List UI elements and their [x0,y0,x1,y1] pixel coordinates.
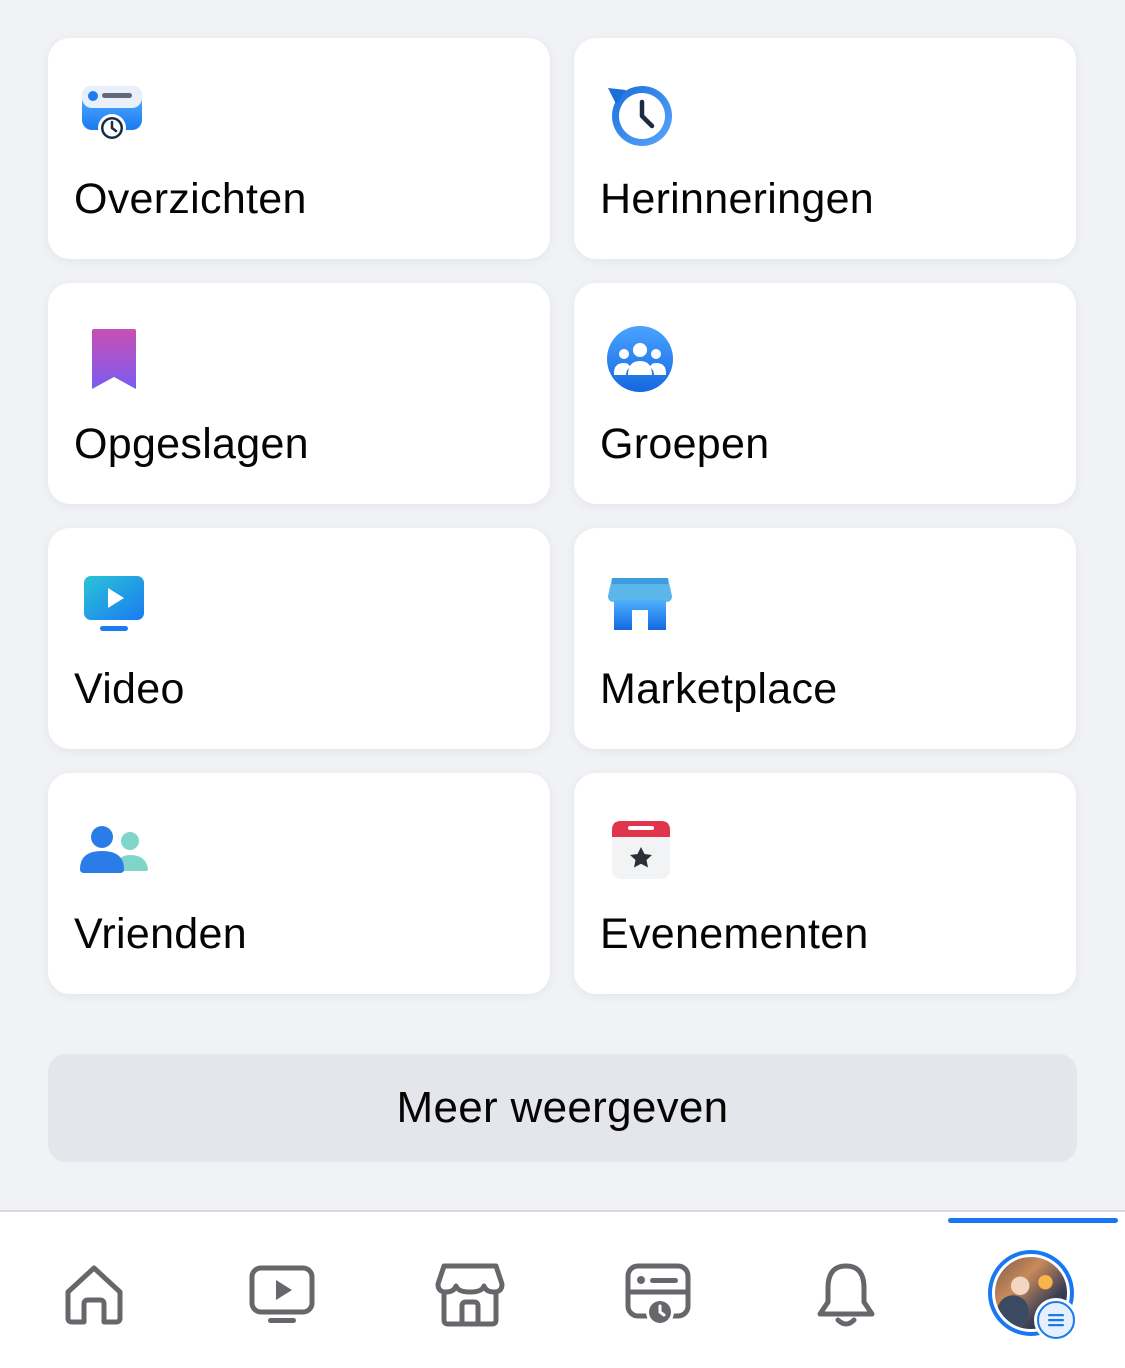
shortcut-groups[interactable]: Groepen [574,283,1076,504]
shortcut-label: Groepen [600,420,770,468]
saved-bookmark-icon [78,323,150,395]
events-calendar-icon [604,813,676,885]
tab-home[interactable] [54,1254,134,1334]
shortcut-saved[interactable]: Opgeslagen [48,283,550,504]
feeds-icon [622,1258,694,1330]
tab-marketplace[interactable] [430,1254,510,1334]
shortcut-memories[interactable]: Herinneringen [574,38,1076,259]
active-tab-indicator [948,1218,1118,1223]
tab-notifications[interactable] [806,1254,886,1334]
video-monitor-icon [78,568,150,640]
shortcut-label: Overzichten [74,175,307,223]
shortcut-label: Video [74,665,185,713]
shortcut-label: Marketplace [600,665,838,713]
memories-clock-icon [604,78,676,150]
notifications-bell-icon [810,1258,882,1330]
shortcut-events[interactable]: Evenementen [574,773,1076,994]
shortcut-label: Vrienden [74,910,247,958]
feeds-icon [78,78,150,150]
menu-content: Overzichten Herinneringen Opgeslagen Gro… [0,0,1125,1210]
shortcut-feeds[interactable]: Overzichten [48,38,550,259]
shortcut-label: Evenementen [600,910,869,958]
shortcut-label: Opgeslagen [74,420,309,468]
shortcut-marketplace[interactable]: Marketplace [574,528,1076,749]
menu-badge[interactable] [1034,1298,1078,1342]
home-icon [58,1258,130,1330]
menu-lines-icon [1045,1309,1067,1331]
shortcut-friends[interactable]: Vrienden [48,773,550,994]
bottom-tabbar [0,1212,1125,1368]
show-more-button[interactable]: Meer weergeven [48,1054,1077,1162]
groups-icon [604,323,676,395]
shortcut-video[interactable]: Video [48,528,550,749]
marketplace-shop-icon [604,568,676,640]
video-icon [246,1258,318,1330]
marketplace-icon [434,1258,506,1330]
tab-feeds[interactable] [618,1254,698,1334]
tab-video[interactable] [242,1254,322,1334]
shortcut-label: Herinneringen [600,175,875,223]
friends-icon [78,813,150,885]
